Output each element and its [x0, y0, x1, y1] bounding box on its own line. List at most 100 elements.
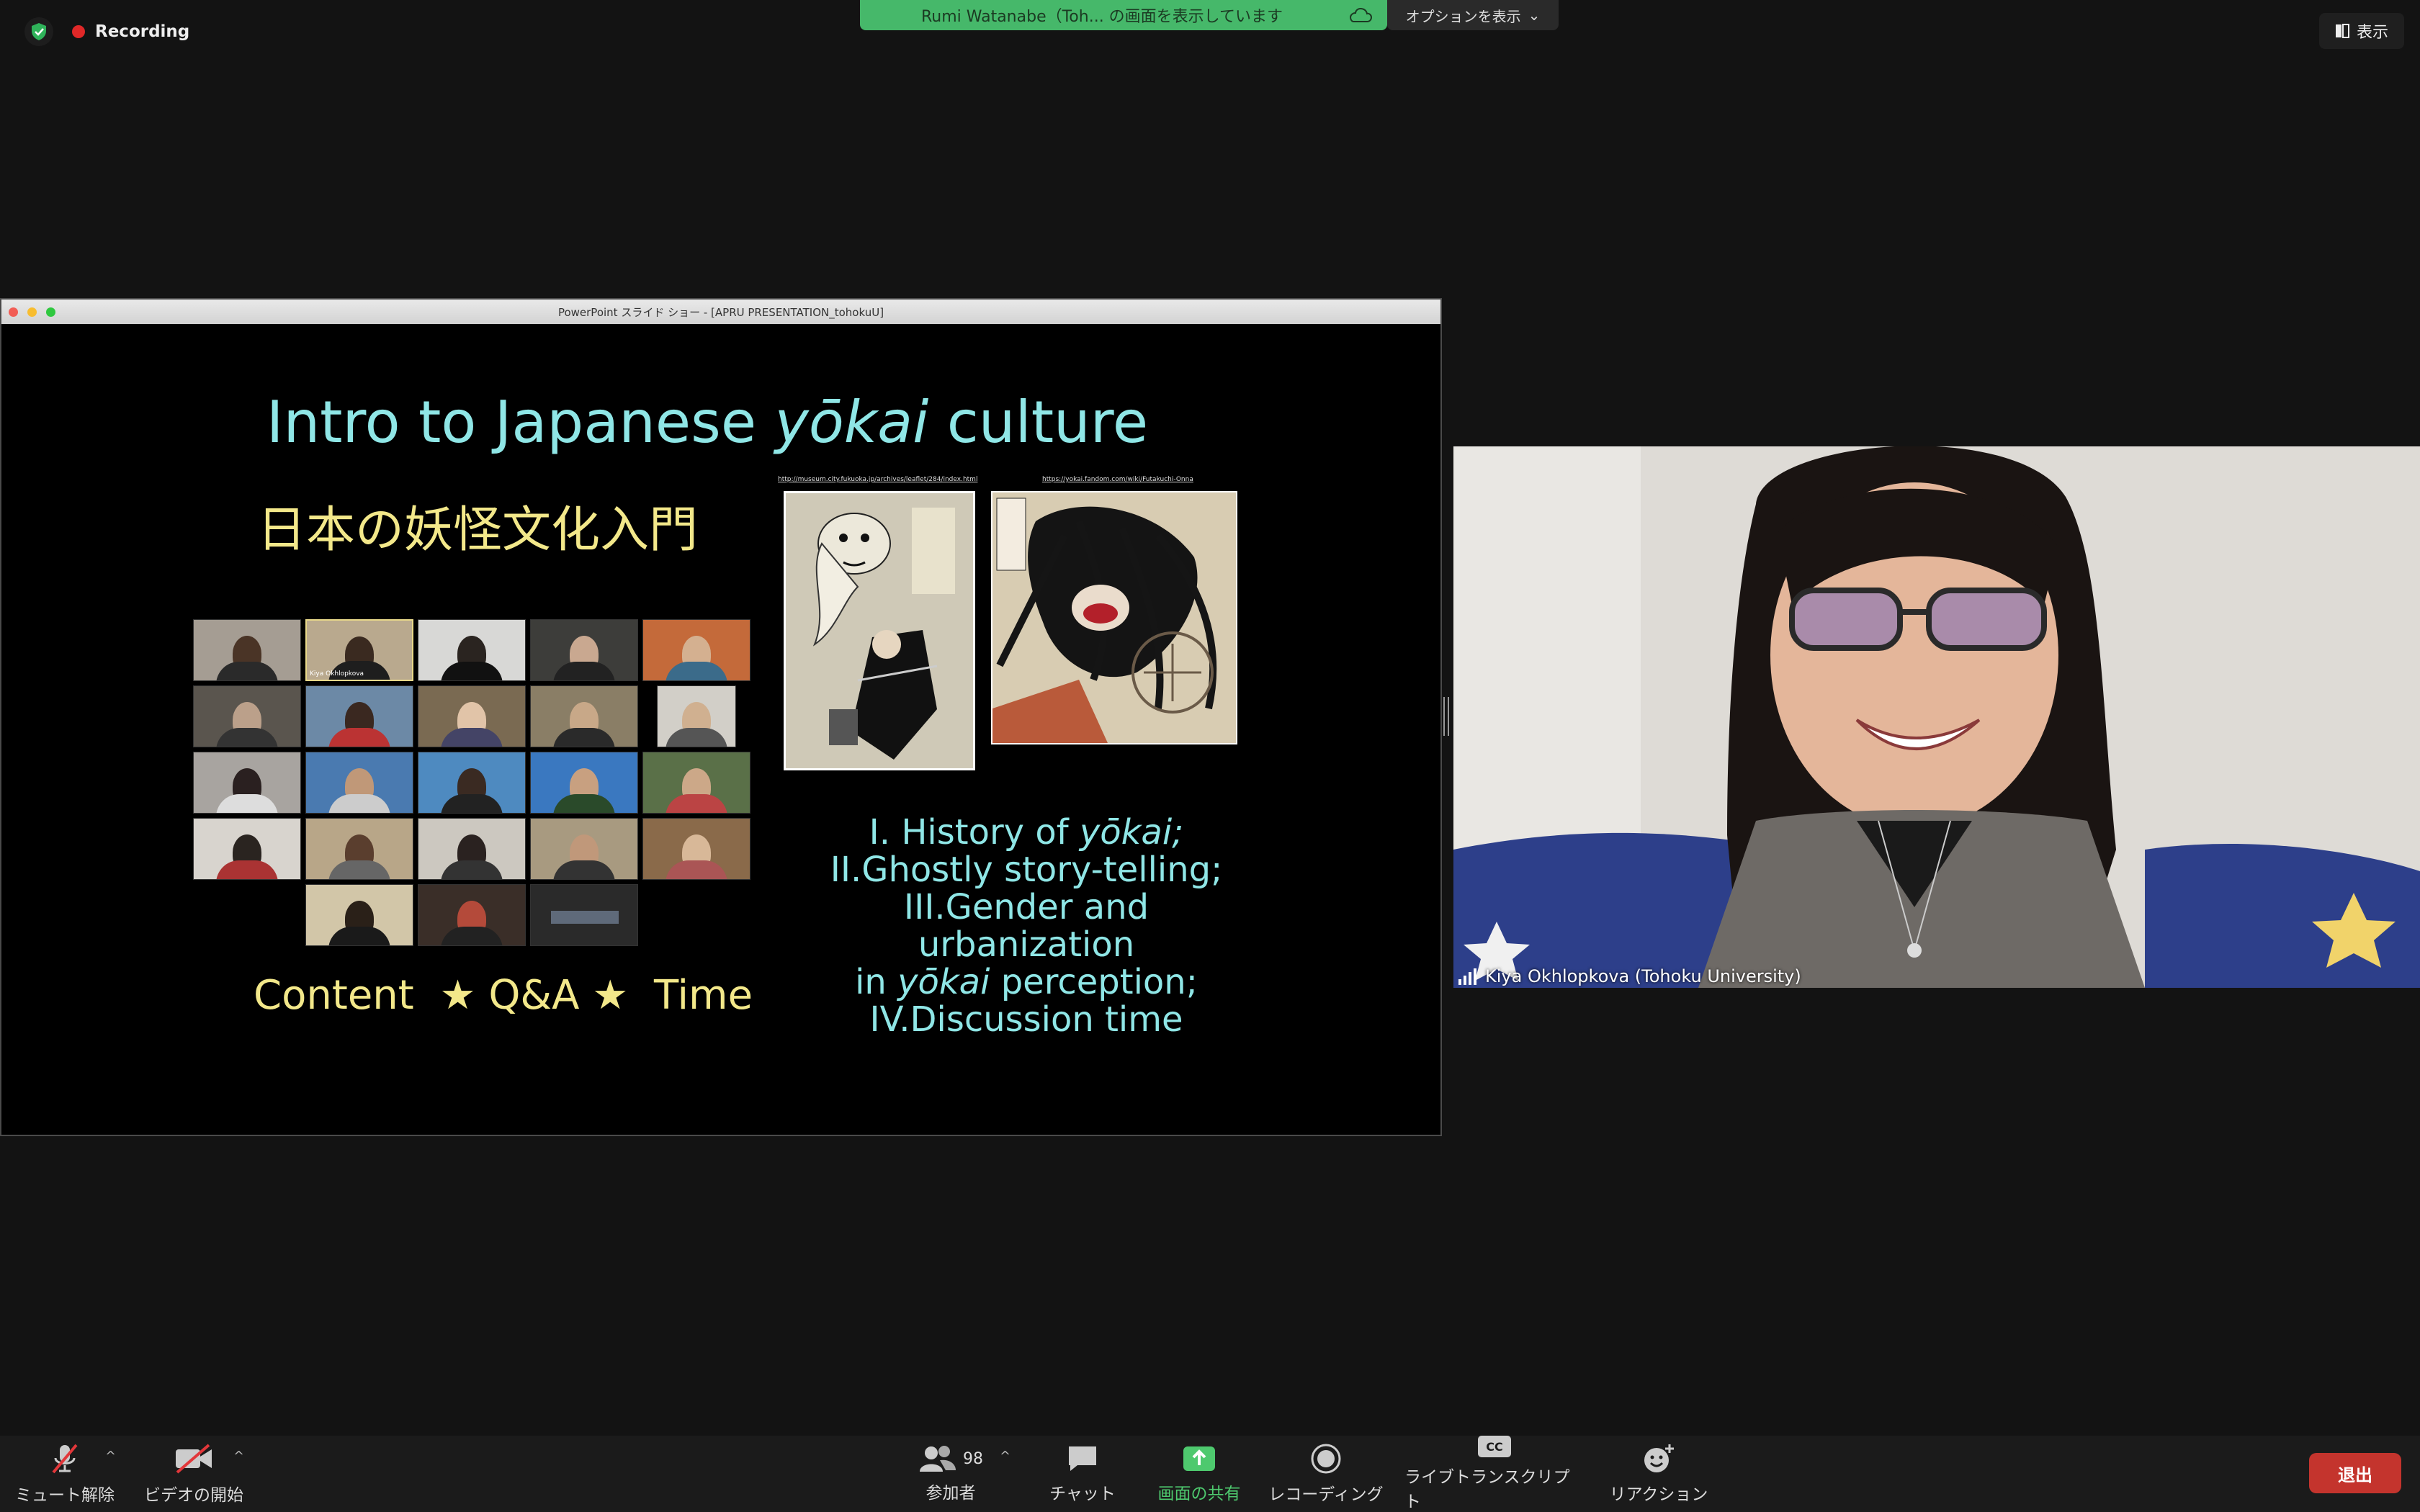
gallery-tile: [530, 685, 638, 747]
unmute-label: ミュート解除: [15, 1486, 115, 1505]
recording-label: Recording: [95, 22, 190, 41]
gallery-tile: [418, 818, 526, 880]
ukiyoe-image-futakuchi-onna: [991, 491, 1237, 744]
leave-label: 退出: [2338, 1464, 2372, 1485]
gallery-tile-tag: Kiya Okhlopkova: [310, 670, 364, 678]
participants-label: 参加者: [926, 1484, 976, 1503]
video-camera-off-icon: [176, 1444, 212, 1474]
video-options-caret-icon[interactable]: ^: [233, 1449, 244, 1464]
split-resize-handle[interactable]: [1443, 697, 1449, 736]
gallery-tile: [530, 884, 638, 946]
record-button[interactable]: レコーディング: [1268, 1436, 1384, 1512]
participants-count: 98: [963, 1449, 983, 1468]
image-source-link-2[interactable]: https://yokai.fandom.com/wiki/Futakuchi-…: [1042, 476, 1193, 483]
minimize-window-icon: [27, 307, 37, 317]
slide-title-pre: Intro to Japanese: [266, 389, 775, 456]
image-source-link-1[interactable]: http://museum.city.fukuoka.jp/archives/l…: [778, 476, 977, 483]
record-label: レコーディング: [1268, 1485, 1384, 1504]
close-window-icon: [9, 307, 18, 317]
share-screen-button[interactable]: 画面の共有: [1152, 1436, 1246, 1512]
closed-caption-icon-text: CC: [1486, 1439, 1503, 1454]
emoji-reaction-icon: [1644, 1444, 1674, 1472]
slide-title-post: culture: [928, 389, 1149, 456]
agenda-line-1-pre: I. History of: [869, 812, 1080, 852]
slide-footer-text: Content ★ Q&A ★ Time: [254, 972, 753, 1019]
agenda-line-3: III.Gender and urbanization: [903, 887, 1150, 965]
gallery-tile: [530, 818, 638, 880]
ukiyoe-image-ghost: [784, 491, 975, 770]
gallery-tile: [418, 685, 526, 747]
agenda-line-4: in yōkai perception;: [792, 963, 1260, 1001]
participants-options-caret-icon[interactable]: ^: [1000, 1449, 1010, 1464]
window-titlebar: PowerPoint スライド ショー - [APRU PRESENTATION…: [1, 300, 1440, 324]
gallery-tile: [418, 752, 526, 814]
gallery-tile: Kiya Okhlopkova: [305, 619, 413, 681]
gallery-tile: [530, 752, 638, 814]
start-video-label: ビデオの開始: [144, 1486, 243, 1505]
live-transcript-label: ライブトランスクリプト: [1404, 1468, 1570, 1511]
gallery-tile: [530, 619, 638, 681]
agenda-line-2: II.Ghostly story-telling;: [830, 850, 1223, 890]
start-video-button[interactable]: ビデオの開始: [141, 1436, 246, 1512]
closed-caption-icon: CC: [1478, 1436, 1511, 1457]
maximize-window-icon: [46, 307, 55, 317]
screen-share-banner: Rumi Watanabe（Toh... の画面を表示しています: [860, 0, 1387, 30]
gallery-tile: [305, 884, 413, 946]
gallery-tile: [193, 752, 301, 814]
live-transcript-button[interactable]: CC ライブトランスクリプト: [1404, 1436, 1585, 1512]
gallery-tile: [193, 685, 301, 747]
participants-icon: [920, 1446, 956, 1472]
gallery-tile: [657, 685, 736, 747]
speaker-name-label: Kiya Okhlopkova (Tohoku University): [1453, 963, 1801, 989]
agenda-line-4-em: yōkai: [897, 962, 990, 1002]
slide-title: Intro to Japanese yōkai culture: [1, 389, 1413, 456]
agenda-line-1-em: yōkai;: [1079, 812, 1184, 852]
record-icon: [1311, 1444, 1341, 1474]
share-screen-label: 画面の共有: [1157, 1485, 1241, 1503]
chevron-down-icon: ⌄: [1528, 6, 1541, 24]
participants-button[interactable]: 98 参加者: [908, 1436, 994, 1512]
presentation-slide: Intro to Japanese yōkai culture 日本の妖怪文化入…: [1, 324, 1440, 1135]
chat-label: チャット: [1049, 1485, 1116, 1503]
slide-title-em: yōkai: [774, 389, 929, 456]
gallery-tile: [642, 752, 750, 814]
share-screen-icon: [1183, 1446, 1215, 1471]
speaker-video[interactable]: [1453, 446, 2420, 988]
view-options-button[interactable]: オプションを表示 ⌄: [1387, 0, 1559, 30]
meeting-toolbar: ミュート解除 ^ ビデオの開始 ^ 98 参加者 ^ チャット 画面の共有 レコ…: [0, 1436, 2420, 1512]
gallery-tile: [418, 884, 526, 946]
gallery-tile: [193, 619, 301, 681]
agenda-line-4-pre: in: [855, 962, 898, 1002]
audio-options-caret-icon[interactable]: ^: [105, 1449, 116, 1464]
slide-agenda: I. History of yōkai; II.Ghostly story-te…: [792, 814, 1260, 1038]
gallery-screenshot: Kiya Okhlopkova: [193, 619, 769, 958]
slide-subtitle-japanese: 日本の妖怪文化入門: [257, 502, 699, 559]
gallery-tile: [305, 685, 413, 747]
reactions-button[interactable]: リアクション: [1605, 1436, 1713, 1512]
recording-indicator[interactable]: Recording: [72, 17, 189, 46]
view-button[interactable]: 表示: [2319, 13, 2404, 49]
leave-meeting-button[interactable]: 退出: [2309, 1453, 2401, 1493]
options-label: オプションを表示: [1405, 7, 1521, 25]
microphone-muted-icon: [52, 1444, 78, 1474]
window-title: PowerPoint スライド ショー - [APRU PRESENTATION…: [557, 305, 884, 319]
gallery-tile: [418, 619, 526, 681]
reactions-label: リアクション: [1609, 1485, 1708, 1504]
gallery-tile: [642, 818, 750, 880]
shared-screen-window: PowerPoint スライド ショー - [APRU PRESENTATION…: [0, 298, 1442, 1136]
chat-button[interactable]: チャット: [1043, 1436, 1122, 1512]
chat-icon: [1069, 1446, 1096, 1471]
unmute-button[interactable]: ミュート解除: [14, 1436, 115, 1512]
security-shield-icon[interactable]: [24, 17, 53, 46]
gallery-tile: [642, 619, 750, 681]
gallery-tile: [305, 752, 413, 814]
agenda-line-4-post: perception;: [990, 962, 1198, 1002]
view-layout-icon: [2335, 24, 2349, 38]
gallery-tile: [193, 818, 301, 880]
view-label: 表示: [2356, 24, 2388, 42]
speaker-name-text: Kiya Okhlopkova (Tohoku University): [1485, 966, 1801, 986]
signal-strength-icon: [1458, 968, 1476, 985]
gallery-tile: [305, 818, 413, 880]
recording-dot-icon: [72, 25, 85, 38]
cloud-icon: [1347, 4, 1373, 26]
